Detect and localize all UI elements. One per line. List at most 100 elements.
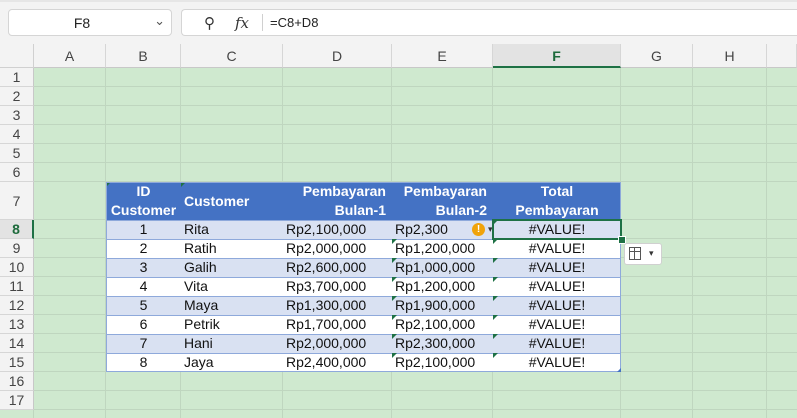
cell-id[interactable]: 3 [106, 258, 181, 277]
cell-bulan-2[interactable]: Rp1,000,000 [392, 258, 493, 277]
row-header-6[interactable]: 6 [0, 163, 34, 182]
cell-id[interactable]: 4 [106, 277, 181, 296]
toolbar-area: F8 ⌄ ⚲ fx =C8+D8 [0, 0, 797, 44]
cell-total[interactable]: #VALUE! [493, 239, 621, 258]
cell-bulan-2[interactable]: Rp1,200,000 [392, 239, 493, 258]
cell-customer[interactable]: Petrik [181, 315, 283, 334]
worksheet-grid[interactable]: A B C D E F G H 1 2 3 4 5 6 7 8 9 10 11 12 13 14 15 16 17 ID Custo… [0, 44, 797, 418]
header-text-line: Pembayaran [403, 183, 487, 199]
cell-bulan-1[interactable]: Rp2,600,000 [283, 258, 392, 277]
cell-customer[interactable]: Jaya [181, 353, 283, 372]
cell-indicator-triangle [181, 182, 186, 187]
column-header-a[interactable]: A [34, 44, 106, 68]
cell-total[interactable]: #VALUE! [493, 353, 621, 372]
row-header-4[interactable]: 4 [0, 125, 34, 144]
error-warning-icon[interactable]: ! [472, 223, 485, 236]
chevron-down-icon[interactable]: ⌄ [154, 13, 165, 29]
name-box-value: F8 [73, 15, 91, 31]
row-header-12[interactable]: 12 [0, 296, 34, 315]
column-header-g[interactable]: G [621, 44, 693, 68]
row-header-2[interactable]: 2 [0, 87, 34, 106]
zoom-formula-icon[interactable]: ⚲ [204, 14, 215, 32]
cell-id[interactable]: 5 [106, 296, 181, 315]
cell-total[interactable]: #VALUE! [493, 296, 621, 315]
cell-bulan-1[interactable]: Rp3,700,000 [283, 277, 392, 296]
error-indicator-triangle [392, 334, 397, 339]
header-text-line: Pembayaran [302, 183, 386, 199]
grid-line-horizontal [34, 105, 797, 106]
row-header-16[interactable]: 16 [0, 372, 34, 391]
cell-id[interactable]: 6 [106, 315, 181, 334]
cell-id[interactable]: 8 [106, 353, 181, 372]
row-header-3[interactable]: 3 [0, 106, 34, 125]
row-header-17[interactable]: 17 [0, 391, 34, 410]
header-text-line: Pembayaran [515, 202, 599, 218]
header-pembayaran-bulan-2[interactable]: Pembayaran Bulan-2 [392, 182, 493, 220]
cell-id[interactable]: 2 [106, 239, 181, 258]
select-all-corner[interactable] [0, 44, 34, 68]
error-indicator-triangle [392, 239, 397, 244]
row-header-11[interactable]: 11 [0, 277, 34, 296]
error-indicator-triangle [493, 334, 498, 339]
cell-total[interactable]: #VALUE! [493, 315, 621, 334]
row-header-9[interactable]: 9 [0, 239, 34, 258]
cell-bulan-2[interactable]: Rp2,100,000 [392, 353, 493, 372]
cell-id[interactable]: 7 [106, 334, 181, 353]
cell-customer[interactable]: Ratih [181, 239, 283, 258]
cell-bulan-1[interactable]: Rp2,400,000 [283, 353, 392, 372]
cell-bulan-2[interactable]: Rp2,100,000 [392, 315, 493, 334]
grid-line-horizontal [34, 143, 797, 144]
column-header-c[interactable]: C [181, 44, 283, 68]
cell-total[interactable]: #VALUE! [493, 258, 621, 277]
row-header-15[interactable]: 15 [0, 353, 34, 372]
cell-bulan-1[interactable]: Rp1,700,000 [283, 315, 392, 334]
cell-bulan-1[interactable]: Rp1,300,000 [283, 296, 392, 315]
cell-customer[interactable]: Maya [181, 296, 283, 315]
cell-bulan-2[interactable]: Rp2,300,000 [392, 334, 493, 353]
cell-customer[interactable]: Galih [181, 258, 283, 277]
cell-customer[interactable]: Rita [181, 220, 283, 239]
column-header-f[interactable]: F [493, 44, 621, 68]
cell-id[interactable]: 1 [106, 220, 181, 239]
column-header-e[interactable]: E [392, 44, 493, 68]
cell-bulan-1[interactable]: Rp2,000,000 [283, 239, 392, 258]
cell-bulan-2[interactable]: Rp1,900,000 [392, 296, 493, 315]
error-indicator-triangle [493, 296, 498, 301]
header-pembayaran-bulan-1[interactable]: Pembayaran Bulan-1 [283, 182, 392, 220]
row-header-13[interactable]: 13 [0, 315, 34, 334]
formula-bar[interactable]: ⚲ fx =C8+D8 [181, 9, 797, 36]
cell-bulan-1[interactable]: Rp2,100,000 [283, 220, 392, 239]
grid-line-vertical [692, 68, 693, 418]
error-indicator-triangle [392, 353, 397, 358]
header-customer[interactable]: Customer [181, 182, 283, 220]
row-header-14[interactable]: 14 [0, 334, 34, 353]
formula-input[interactable]: =C8+D8 [270, 15, 318, 30]
cell-customer[interactable]: Hani [181, 334, 283, 353]
quick-analysis-button[interactable]: ▾ [624, 243, 662, 265]
column-header-b[interactable]: B [106, 44, 181, 68]
fx-icon[interactable]: fx [235, 14, 249, 32]
column-header-h[interactable]: H [693, 44, 767, 68]
header-id-customer[interactable]: ID Customer [106, 182, 181, 220]
grid-line-horizontal [34, 162, 797, 163]
cell-total[interactable]: #VALUE! [493, 277, 621, 296]
row-header-1[interactable]: 1 [0, 68, 34, 87]
header-text-line: Bulan-1 [334, 202, 386, 218]
header-total-pembayaran[interactable]: Total Pembayaran [493, 182, 621, 220]
name-box[interactable]: F8 ⌄ [8, 9, 172, 36]
cell-bulan-2[interactable]: Rp1,200,000 [392, 277, 493, 296]
column-header-d[interactable]: D [283, 44, 392, 68]
formula-bar-divider [262, 14, 263, 31]
row-header-5[interactable]: 5 [0, 144, 34, 163]
cell-indicator-triangle [106, 182, 111, 187]
error-indicator-triangle [392, 258, 397, 263]
cell-bulan-1[interactable]: Rp2,000,000 [283, 334, 392, 353]
grid-line-horizontal [34, 390, 797, 391]
table-resize-handle[interactable] [617, 368, 621, 372]
cell-total[interactable]: #VALUE! [493, 334, 621, 353]
row-header-10[interactable]: 10 [0, 258, 34, 277]
row-header-8[interactable]: 8 [0, 220, 34, 239]
cell-customer[interactable]: Vita [181, 277, 283, 296]
column-header-empty[interactable] [767, 44, 797, 68]
row-header-7[interactable]: 7 [0, 182, 34, 220]
